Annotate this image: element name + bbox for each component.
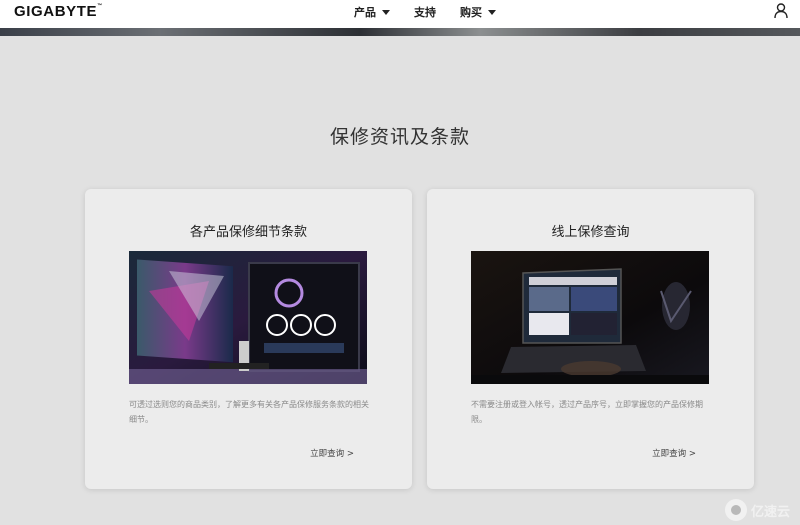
- card-description: 可透过选则您的商品类别，了解更多有关各产品保修服务条款的相关细节。: [129, 400, 369, 424]
- laptop-image: [471, 251, 709, 384]
- query-now-link[interactable]: 立即查询 >: [652, 447, 696, 459]
- top-header: GIGABYTE™ 产品 支持 购买: [0, 0, 800, 28]
- gigabyte-logo[interactable]: GIGABYTE™: [14, 3, 103, 20]
- watermark-logo-icon: [724, 499, 747, 521]
- caret-down-icon: [382, 9, 390, 15]
- watermark: 亿速云: [724, 499, 790, 521]
- user-icon[interactable]: [774, 3, 788, 19]
- nav-item-products[interactable]: 产品: [354, 4, 390, 20]
- warranty-terms-card[interactable]: 各产品保修细节条款 可透过选则您的商品类别，了解更多有关各产品保修服务条款的相关…: [85, 189, 412, 489]
- card-title: 各产品保修细节条款: [189, 225, 307, 240]
- card-description: 不需要注册或登入帐号，透过产品序号，立即掌握您的产品保修期限。: [471, 400, 703, 424]
- gaming-pc-image: [129, 251, 367, 384]
- caret-down-icon: [488, 9, 496, 15]
- nav-item-support[interactable]: 支持: [414, 4, 436, 20]
- query-now-link[interactable]: 立即查询 >: [310, 447, 354, 459]
- main-nav: 产品 支持 购买: [354, 4, 520, 20]
- online-warranty-card[interactable]: 线上保修查询 不需要注册或登入帐号，透过产品序号，立即掌握您的产品保修期限。 立…: [427, 189, 754, 489]
- nav-item-buy[interactable]: 购买: [460, 4, 496, 20]
- hero-banner-edge: [0, 28, 800, 36]
- page-title: 保修资讯及条款: [329, 126, 470, 148]
- card-title: 线上保修查询: [551, 225, 630, 240]
